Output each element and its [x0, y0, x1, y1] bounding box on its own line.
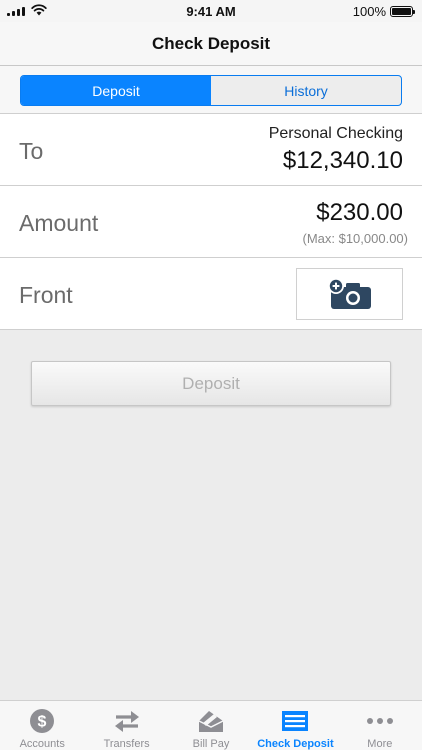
front-image-row: Front [0, 258, 422, 330]
to-label: To [19, 138, 44, 164]
tab-history[interactable]: History [211, 76, 401, 105]
amount-value: $230.00 [316, 199, 403, 226]
account-name: Personal Checking [268, 125, 403, 142]
account-balance: $12,340.10 [282, 147, 403, 174]
amount-max: (Max: $10,000.00) [302, 231, 408, 246]
amount-row[interactable]: Amount $230.00 (Max: $10,000.00) [0, 186, 422, 258]
tab-transfers[interactable]: Transfers [84, 701, 168, 750]
bill-pay-icon [198, 711, 224, 732]
tab-bar: $ Accounts Transfers Bill Pay Check Depo… [0, 700, 422, 750]
svg-text:$: $ [38, 714, 47, 731]
tab-transfers-label: Transfers [103, 738, 150, 750]
tab-bill-pay[interactable]: Bill Pay [169, 701, 253, 750]
amount-label: Amount [19, 210, 99, 236]
dollar-circle-icon: $ [30, 709, 55, 733]
tab-bill-pay-label: Bill Pay [192, 738, 230, 750]
tab-check-deposit[interactable]: Check Deposit [253, 701, 337, 750]
battery-percent: 100% [352, 4, 386, 19]
tab-more-label: More [367, 738, 393, 750]
capture-front-button[interactable] [296, 268, 403, 320]
deposit-form: To Personal Checking $12,340.10 Amount $… [0, 114, 422, 330]
deposit-button[interactable]: Deposit [31, 361, 391, 406]
segmented-control: Deposit History [20, 75, 402, 106]
to-account-row[interactable]: To Personal Checking $12,340.10 [0, 114, 422, 186]
tab-more[interactable]: More [338, 701, 422, 750]
status-bar: 9:41 AM 100% [0, 0, 422, 22]
navigation-bar: Check Deposit [0, 22, 422, 66]
tab-deposit[interactable]: Deposit [21, 76, 211, 105]
battery-icon [390, 6, 415, 17]
front-label: Front [19, 282, 73, 308]
page-title: Check Deposit [151, 34, 271, 53]
tab-check-deposit-label: Check Deposit [257, 738, 334, 750]
add-camera-icon [327, 278, 371, 309]
tab-accounts[interactable]: $ Accounts [0, 701, 84, 750]
more-dots-icon [366, 718, 393, 724]
segment-bar: Deposit History [0, 66, 422, 114]
check-deposit-icon [282, 711, 309, 731]
tab-accounts-label: Accounts [19, 738, 65, 750]
transfer-arrows-icon [114, 711, 139, 732]
